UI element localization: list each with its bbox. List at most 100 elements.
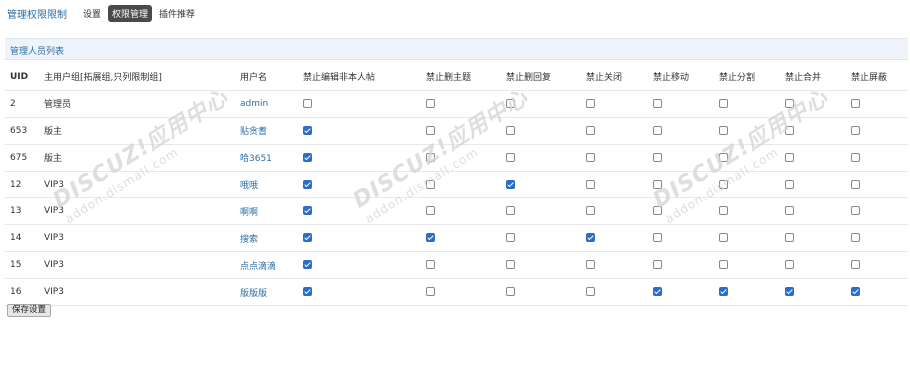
permission-checkbox[interactable] xyxy=(785,206,794,216)
permission-checkbox[interactable] xyxy=(586,233,595,243)
permission-checkbox[interactable] xyxy=(303,179,312,189)
permission-checkbox[interactable] xyxy=(303,260,312,270)
permission-checkbox[interactable] xyxy=(506,260,515,270)
permission-checkbox[interactable] xyxy=(586,98,595,108)
username-link[interactable]: 点点滴滴 xyxy=(240,262,276,272)
permission-checkbox[interactable] xyxy=(785,287,794,297)
permission-checkbox[interactable] xyxy=(851,179,860,189)
permission-checkbox[interactable] xyxy=(785,125,794,135)
permission-cell xyxy=(426,224,506,253)
permission-checkbox[interactable] xyxy=(586,206,595,216)
permission-checkbox[interactable] xyxy=(653,206,662,216)
permission-checkbox[interactable] xyxy=(851,233,860,243)
permission-cell xyxy=(851,171,908,199)
permission-checkbox[interactable] xyxy=(653,98,662,108)
permission-checkbox[interactable] xyxy=(303,125,312,135)
permission-checkbox[interactable] xyxy=(719,287,728,297)
column-header-perm: 禁止移动 xyxy=(653,64,719,91)
save-settings-button[interactable]: 保存设置 xyxy=(7,304,52,317)
permission-checkbox[interactable] xyxy=(303,152,312,162)
permission-checkbox[interactable] xyxy=(426,233,435,243)
permission-checkbox[interactable] xyxy=(426,260,435,270)
permission-checkbox[interactable] xyxy=(851,260,860,270)
permission-cell xyxy=(586,278,653,307)
username-link[interactable]: 哦哦 xyxy=(240,181,258,191)
permission-checkbox[interactable] xyxy=(719,260,728,270)
permission-checkbox[interactable] xyxy=(785,233,794,243)
permission-checkbox[interactable] xyxy=(586,125,595,135)
permission-checkbox[interactable] xyxy=(719,179,728,189)
permission-checkbox[interactable] xyxy=(303,233,312,243)
permission-checkbox[interactable] xyxy=(653,287,662,297)
permission-checkbox[interactable] xyxy=(506,152,515,162)
permission-checkbox[interactable] xyxy=(719,206,728,216)
username-cell: 版版版 xyxy=(240,278,303,307)
tab-plugin-recommend[interactable]: 插件推荐 xyxy=(155,5,199,22)
username-link[interactable]: 版版版 xyxy=(240,289,267,299)
column-header-perm: 禁止编辑非本人帖 xyxy=(303,64,426,91)
permission-checkbox[interactable] xyxy=(851,206,860,216)
table-row: 675 版主 哈3651 xyxy=(5,144,908,172)
permission-checkbox[interactable] xyxy=(653,260,662,270)
permission-cell xyxy=(506,197,586,226)
permission-cell xyxy=(303,144,426,172)
tab-permission-management[interactable]: 权限管理 xyxy=(108,4,153,22)
column-header-perm: 禁止合并 xyxy=(785,64,851,91)
permission-checkbox[interactable] xyxy=(653,152,662,162)
permission-checkbox[interactable] xyxy=(719,125,728,135)
permission-cell xyxy=(303,171,426,199)
permission-checkbox[interactable] xyxy=(586,260,595,270)
permission-checkbox[interactable] xyxy=(719,152,728,162)
group-cell: 版主 xyxy=(44,117,240,145)
column-header-perm: 禁止屏蔽 xyxy=(851,64,908,91)
permission-checkbox[interactable] xyxy=(426,125,435,135)
permission-checkbox[interactable] xyxy=(586,287,595,297)
tab-settings[interactable]: 设置 xyxy=(79,5,105,22)
panel-header: 管理人员列表 xyxy=(5,38,908,60)
permission-checkbox[interactable] xyxy=(586,152,595,162)
permission-checkbox[interactable] xyxy=(851,287,860,297)
permission-cell xyxy=(426,117,506,145)
permission-checkbox[interactable] xyxy=(785,98,794,108)
username-link[interactable]: 搜索 xyxy=(240,235,258,245)
permission-checkbox[interactable] xyxy=(653,233,662,243)
uid-cell: 675 xyxy=(5,144,44,172)
username-link[interactable]: 哈3651 xyxy=(240,154,272,164)
permission-checkbox[interactable] xyxy=(506,233,515,243)
permission-checkbox[interactable] xyxy=(426,206,435,216)
permission-checkbox[interactable] xyxy=(506,98,515,108)
permission-checkbox[interactable] xyxy=(785,152,794,162)
permission-checkbox[interactable] xyxy=(785,260,794,270)
permission-checkbox[interactable] xyxy=(506,287,515,297)
permission-checkbox[interactable] xyxy=(851,152,860,162)
permission-checkbox[interactable] xyxy=(506,179,515,189)
username-link[interactable]: admin xyxy=(240,99,268,109)
permission-checkbox[interactable] xyxy=(506,125,515,135)
username-link[interactable]: 贴贪耆 xyxy=(240,127,267,137)
permission-checkbox[interactable] xyxy=(426,152,435,162)
permission-checkbox[interactable] xyxy=(426,98,435,108)
permission-cell xyxy=(303,278,426,307)
permission-checkbox[interactable] xyxy=(851,98,860,108)
permission-cell xyxy=(653,197,719,226)
permission-cell xyxy=(586,90,653,118)
username-cell: 贴贪耆 xyxy=(240,117,303,145)
permission-checkbox[interactable] xyxy=(653,125,662,135)
permission-checkbox[interactable] xyxy=(426,287,435,297)
permission-cell xyxy=(653,224,719,253)
permission-cell xyxy=(586,171,653,199)
permission-checkbox[interactable] xyxy=(653,179,662,189)
permission-cell xyxy=(506,224,586,253)
permission-checkbox[interactable] xyxy=(785,179,794,189)
permission-checkbox[interactable] xyxy=(303,287,312,297)
permission-checkbox[interactable] xyxy=(303,98,312,108)
permission-checkbox[interactable] xyxy=(719,233,728,243)
permission-checkbox[interactable] xyxy=(506,206,515,216)
permission-checkbox[interactable] xyxy=(303,206,312,216)
permission-checkbox[interactable] xyxy=(719,98,728,108)
username-link[interactable]: 啊啊 xyxy=(240,208,258,218)
table-row: 12 VIP3 哦哦 xyxy=(5,171,908,199)
permission-checkbox[interactable] xyxy=(426,179,435,189)
permission-checkbox[interactable] xyxy=(586,179,595,189)
permission-checkbox[interactable] xyxy=(851,125,860,135)
